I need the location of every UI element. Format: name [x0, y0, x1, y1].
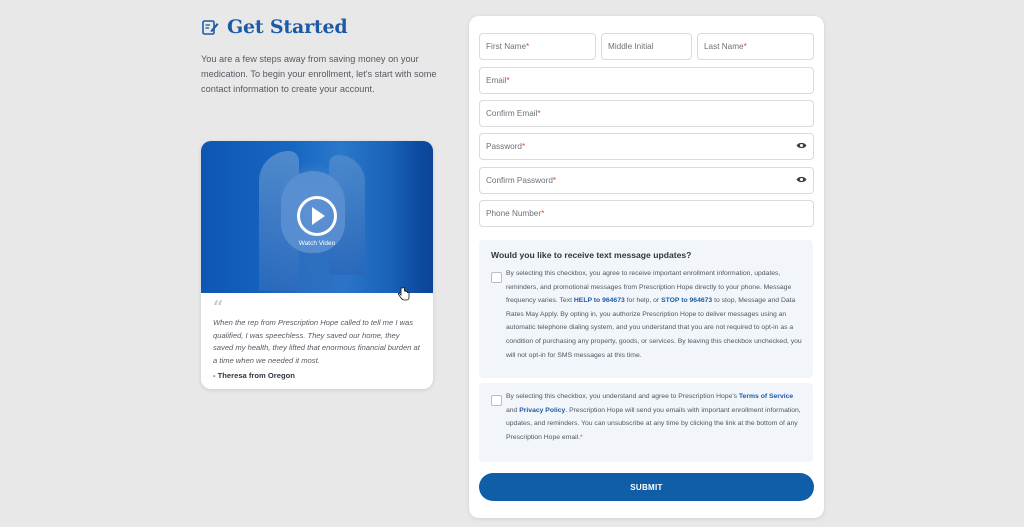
sms-consent-section: Would you like to receive text message u…: [479, 240, 813, 378]
enrollment-form: First Name * Middle Initial Last Name * Em…: [469, 16, 824, 518]
email-placeholder: Email: [486, 76, 507, 85]
confirm-password-field[interactable]: Confirm Password *: [479, 167, 814, 194]
required-mark: *: [537, 109, 541, 118]
required-mark: *: [580, 433, 583, 441]
testimonial-quote: When the rep from Prescription Hope call…: [213, 318, 420, 365]
video-player[interactable]: Watch Video: [201, 141, 433, 301]
terms-of-service-link[interactable]: Terms of Service: [739, 393, 793, 400]
sms-consent-text: By selecting this checkbox, you agree to…: [506, 267, 806, 362]
intro-text: You are a few steps away from saving mon…: [201, 54, 437, 94]
required-mark: *: [526, 42, 530, 51]
testimonial-card: Watch Video “ When the rep from Prescrip…: [201, 141, 433, 389]
submit-button[interactable]: SUBMIT: [479, 473, 814, 501]
sms-text-part: for help, or: [624, 297, 662, 305]
last-name-field[interactable]: Last Name *: [697, 33, 814, 60]
title-row: Get Started: [201, 16, 441, 38]
email-field[interactable]: Email *: [479, 67, 814, 94]
intro-section: Get Started You are a few steps away fro…: [201, 16, 441, 97]
email-text-part: and: [506, 406, 520, 414]
watch-video-label[interactable]: Watch Video: [201, 240, 433, 247]
testimonial-author: - Theresa from Oregon: [213, 371, 295, 380]
email-consent-text: By selecting this checkbox, you understa…: [506, 390, 806, 444]
required-mark: *: [552, 176, 557, 185]
email-text-part: By selecting this checkbox, you understa…: [506, 393, 739, 400]
quote-icon: “: [213, 297, 224, 318]
page-title: Get Started: [227, 16, 348, 38]
confirm-password-placeholder: Confirm Password: [486, 176, 553, 185]
show-confirm-password-eye-icon[interactable]: [796, 176, 807, 183]
password-field[interactable]: Password *: [479, 133, 814, 160]
confirm-email-field[interactable]: Confirm Email *: [479, 100, 814, 127]
last-name-placeholder: Last Name: [704, 42, 744, 51]
phone-number-placeholder: Phone Number: [486, 209, 542, 218]
sms-consent-title: Would you like to receive text message u…: [491, 250, 692, 260]
phone-number-field[interactable]: Phone Number *: [479, 200, 814, 227]
sms-text-part: to stop, Message and Data Rates May Appl…: [506, 297, 802, 359]
show-password-eye-icon[interactable]: [796, 142, 807, 149]
email-consent-checkbox[interactable]: [491, 395, 502, 406]
sms-stop-keyword: STOP to 964673: [661, 297, 713, 305]
middle-initial-field[interactable]: Middle Initial: [601, 33, 692, 60]
video-thumbnail-shade: [393, 141, 433, 293]
privacy-policy-link[interactable]: Privacy Policy: [519, 407, 565, 414]
first-name-placeholder: First Name: [486, 42, 527, 51]
middle-initial-placeholder: Middle Initial: [608, 42, 654, 51]
required-mark: *: [521, 142, 526, 151]
hand-cursor-icon: [397, 286, 410, 304]
required-mark: *: [541, 209, 545, 218]
required-mark: *: [506, 76, 510, 85]
edit-note-icon: [201, 18, 219, 36]
required-mark: *: [743, 42, 747, 51]
confirm-email-placeholder: Confirm Email: [486, 109, 538, 118]
first-name-field[interactable]: First Name *: [479, 33, 596, 60]
sms-consent-checkbox[interactable]: [491, 272, 502, 283]
email-consent-section: By selecting this checkbox, you understa…: [479, 383, 813, 462]
password-placeholder: Password: [486, 142, 522, 151]
play-icon[interactable]: [297, 196, 337, 236]
sms-help-keyword: HELP to 964673: [573, 297, 625, 305]
